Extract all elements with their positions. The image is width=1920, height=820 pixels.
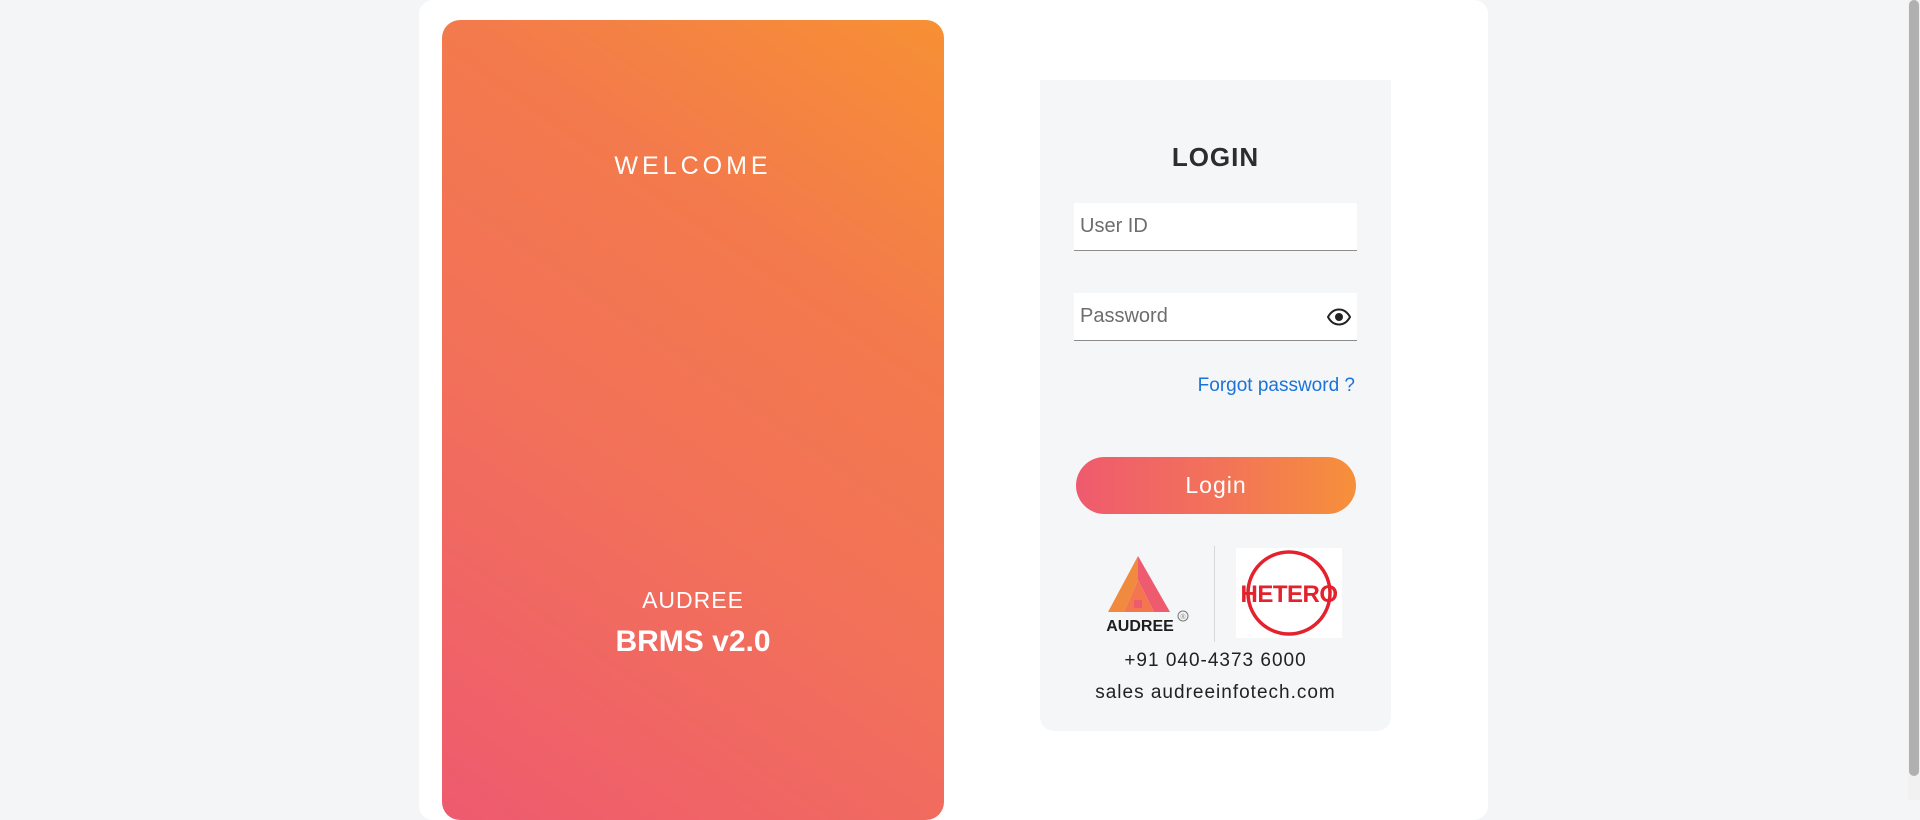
contact-phone: +91 040-4373 6000 — [1124, 650, 1307, 671]
eye-icon[interactable] — [1326, 305, 1352, 329]
login-title: LOGIN — [1171, 142, 1260, 172]
contact-email: sales audreeinfotech.com — [1095, 682, 1336, 703]
svg-text:AUDREE: AUDREE — [1106, 618, 1174, 635]
password-field — [1074, 293, 1357, 341]
welcome-panel: WELCOME AUDREE BRMS v2.0 — [442, 20, 944, 820]
brand-version: BRMS v2.0 — [615, 625, 771, 658]
svg-text:HETERO: HETERO — [1240, 581, 1337, 608]
svg-text:®: ® — [1180, 613, 1186, 621]
audree-logo: AUDREE ® — [1106, 556, 1189, 635]
brand-name: AUDREE — [642, 587, 744, 613]
scrollbar-thumb[interactable] — [1909, 0, 1919, 776]
login-box: LOGIN Forgot password ? Login AUDREE ® — [1040, 80, 1391, 731]
forgot-password-link[interactable]: Forgot password ? — [1198, 375, 1355, 397]
hetero-logo: HETERO — [1236, 548, 1342, 638]
password-input[interactable] — [1074, 293, 1357, 340]
scrollbar-track[interactable] — [1908, 0, 1920, 800]
user-id-field — [1074, 203, 1357, 251]
user-id-input[interactable] — [1074, 203, 1357, 250]
logo-divider — [1214, 546, 1215, 642]
welcome-title: WELCOME — [614, 152, 772, 180]
partner-logos: AUDREE ® HETERO — [1040, 544, 1391, 644]
login-button[interactable]: Login — [1076, 457, 1356, 514]
